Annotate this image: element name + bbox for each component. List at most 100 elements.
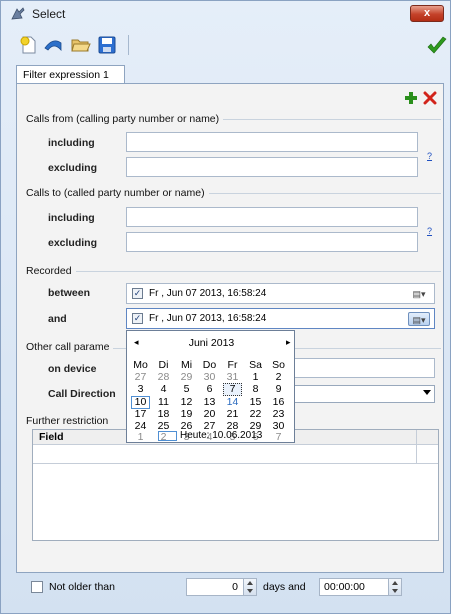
recorded-and-datetime[interactable]: ✓ Fr , Jun 07 2013, 16:58:24 ▤▾ (126, 308, 435, 329)
weekday-label: So (272, 359, 285, 372)
save-icon[interactable] (97, 35, 117, 55)
calls-to-help-link[interactable]: ? (427, 226, 432, 236)
calls-to-including-label: including (48, 212, 95, 224)
calls-from-excluding-label: excluding (48, 162, 98, 174)
undo-icon[interactable] (43, 35, 63, 55)
day-cell[interactable]: 29 (175, 371, 198, 384)
week-row: 27 28 29 30 31 1 2 (129, 371, 290, 384)
day-cell[interactable]: 17 (129, 409, 152, 421)
close-button[interactable]: x (410, 5, 444, 22)
day-cell[interactable]: 16 (267, 396, 290, 409)
recorded-and-label: and (48, 313, 67, 325)
time-spinner[interactable]: 00:00:00 (319, 578, 402, 596)
day-cell[interactable]: 3 (129, 383, 152, 396)
spin-arrows-icon[interactable] (388, 579, 401, 595)
day-cell[interactable]: 2 (267, 371, 290, 384)
title-bar: Select x (1, 1, 450, 27)
day-cell[interactable]: 7 (267, 432, 290, 444)
add-icon[interactable] (404, 91, 418, 105)
day-cell[interactable]: 28 (152, 371, 175, 384)
on-device-label: on device (48, 363, 97, 375)
tab-filter-expression-1[interactable]: Filter expression 1 (16, 65, 125, 85)
spin-arrows-icon[interactable] (243, 579, 256, 595)
day-cell-selected[interactable]: 7 (221, 383, 244, 396)
tab-strip: Filter expression 1 (16, 62, 444, 85)
window-title: Select (32, 7, 66, 21)
day-cell[interactable]: 6 (198, 383, 221, 396)
chevron-down-icon (423, 390, 431, 395)
week-row: 10 11 12 13 14 15 16 (129, 396, 290, 409)
recorded-between-datetime[interactable]: ✓ Fr , Jun 07 2013, 16:58:24 ▤▾ (126, 283, 435, 304)
calendar-popup[interactable]: ◂ Juni 2013 ▸ Mo Di Mi Do Fr Sa So 27 28… (126, 330, 295, 443)
calendar-dropdown-icon[interactable]: ▤▾ (408, 287, 430, 301)
day-cell[interactable]: 27 (129, 371, 152, 384)
day-cell[interactable]: 5 (175, 383, 198, 396)
days-value: 0 (232, 581, 238, 593)
calls-to-title: Calls to (called party number or name) (26, 187, 209, 199)
day-cell[interactable]: 9 (267, 383, 290, 396)
table-row[interactable] (33, 445, 438, 464)
days-spinner[interactable]: 0 (186, 578, 257, 596)
day-cell[interactable]: 21 (221, 409, 244, 421)
time-value: 00:00:00 (324, 581, 365, 593)
app-icon (11, 7, 25, 20)
between-value: Fr , Jun 07 2013, 16:58:24 (149, 288, 267, 299)
calls-from-excluding-input[interactable] (126, 157, 418, 177)
calls-from-including-label: including (48, 137, 95, 149)
day-cell[interactable]: 1 (129, 432, 152, 444)
between-checkbox[interactable]: ✓ (132, 288, 143, 299)
day-cell[interactable]: 11 (152, 396, 175, 409)
weekday-label: Mi (180, 359, 193, 372)
today-label: Heute: 10.06.2013 (180, 430, 263, 441)
weekday-label: Mo (133, 359, 148, 372)
not-older-label: Not older than (49, 581, 115, 593)
day-cell[interactable]: 15 (244, 396, 267, 409)
call-direction-label: Call Direction (48, 388, 116, 400)
calls-from-title: Calls from (calling party number or name… (26, 113, 224, 125)
next-month-icon[interactable]: ▸ (286, 337, 291, 348)
day-cell[interactable]: 13 (198, 396, 221, 409)
weekday-label: Fr (227, 359, 238, 372)
day-cell-today[interactable]: 10 (129, 396, 152, 409)
calls-to-excluding-input[interactable] (126, 232, 418, 252)
further-title: Further restriction (26, 415, 113, 427)
ok-check-icon[interactable] (426, 35, 448, 57)
calendar-dropdown-icon[interactable]: ▤▾ (408, 312, 430, 326)
day-cell[interactable]: 23 (267, 409, 290, 421)
day-cell[interactable]: 8 (244, 383, 267, 396)
and-value: Fr , Jun 07 2013, 16:58:24 (149, 313, 267, 324)
day-cell[interactable]: 30 (198, 371, 221, 384)
open-folder-icon[interactable] (71, 35, 91, 55)
day-cell[interactable]: 19 (175, 409, 198, 421)
recorded-between-label: between (48, 287, 91, 299)
weekday-label: Sa (249, 359, 262, 372)
day-cell[interactable]: 12 (175, 396, 198, 409)
day-cell[interactable]: 4 (152, 383, 175, 396)
calls-to-excluding-label: excluding (48, 237, 98, 249)
days-and-label: days and (263, 581, 306, 593)
recorded-title: Recorded (26, 265, 76, 277)
other-title: Other call parame (26, 341, 114, 353)
calendar-month-title: Juni 2013 (188, 337, 235, 349)
calls-to-including-input[interactable] (126, 207, 418, 227)
weekday-row: Mo Di Mi Do Fr Sa So (129, 360, 290, 372)
day-cell[interactable]: 14 (221, 396, 244, 409)
calls-from-including-input[interactable] (126, 132, 418, 152)
calls-from-help-link[interactable]: ? (427, 151, 432, 161)
today-marker (158, 431, 177, 441)
grid-col-field: Field (39, 431, 64, 443)
delete-icon[interactable] (423, 91, 437, 105)
day-cell[interactable]: 31 (221, 371, 244, 384)
not-older-checkbox[interactable] (31, 581, 43, 593)
and-checkbox[interactable]: ✓ (132, 313, 143, 324)
restriction-grid[interactable]: Field (32, 429, 439, 541)
day-cell[interactable]: 18 (152, 409, 175, 421)
weekday-label: Di (158, 359, 169, 372)
select-window: Select x Filter expression 1 Calls from … (0, 0, 451, 614)
day-cell[interactable]: 22 (244, 409, 267, 421)
new-icon[interactable] (19, 35, 39, 55)
toolbar-separator (128, 35, 129, 55)
day-cell[interactable]: 1 (244, 371, 267, 384)
day-cell[interactable]: 20 (198, 409, 221, 421)
week-row: 3 4 5 6 7 8 9 (129, 383, 290, 396)
